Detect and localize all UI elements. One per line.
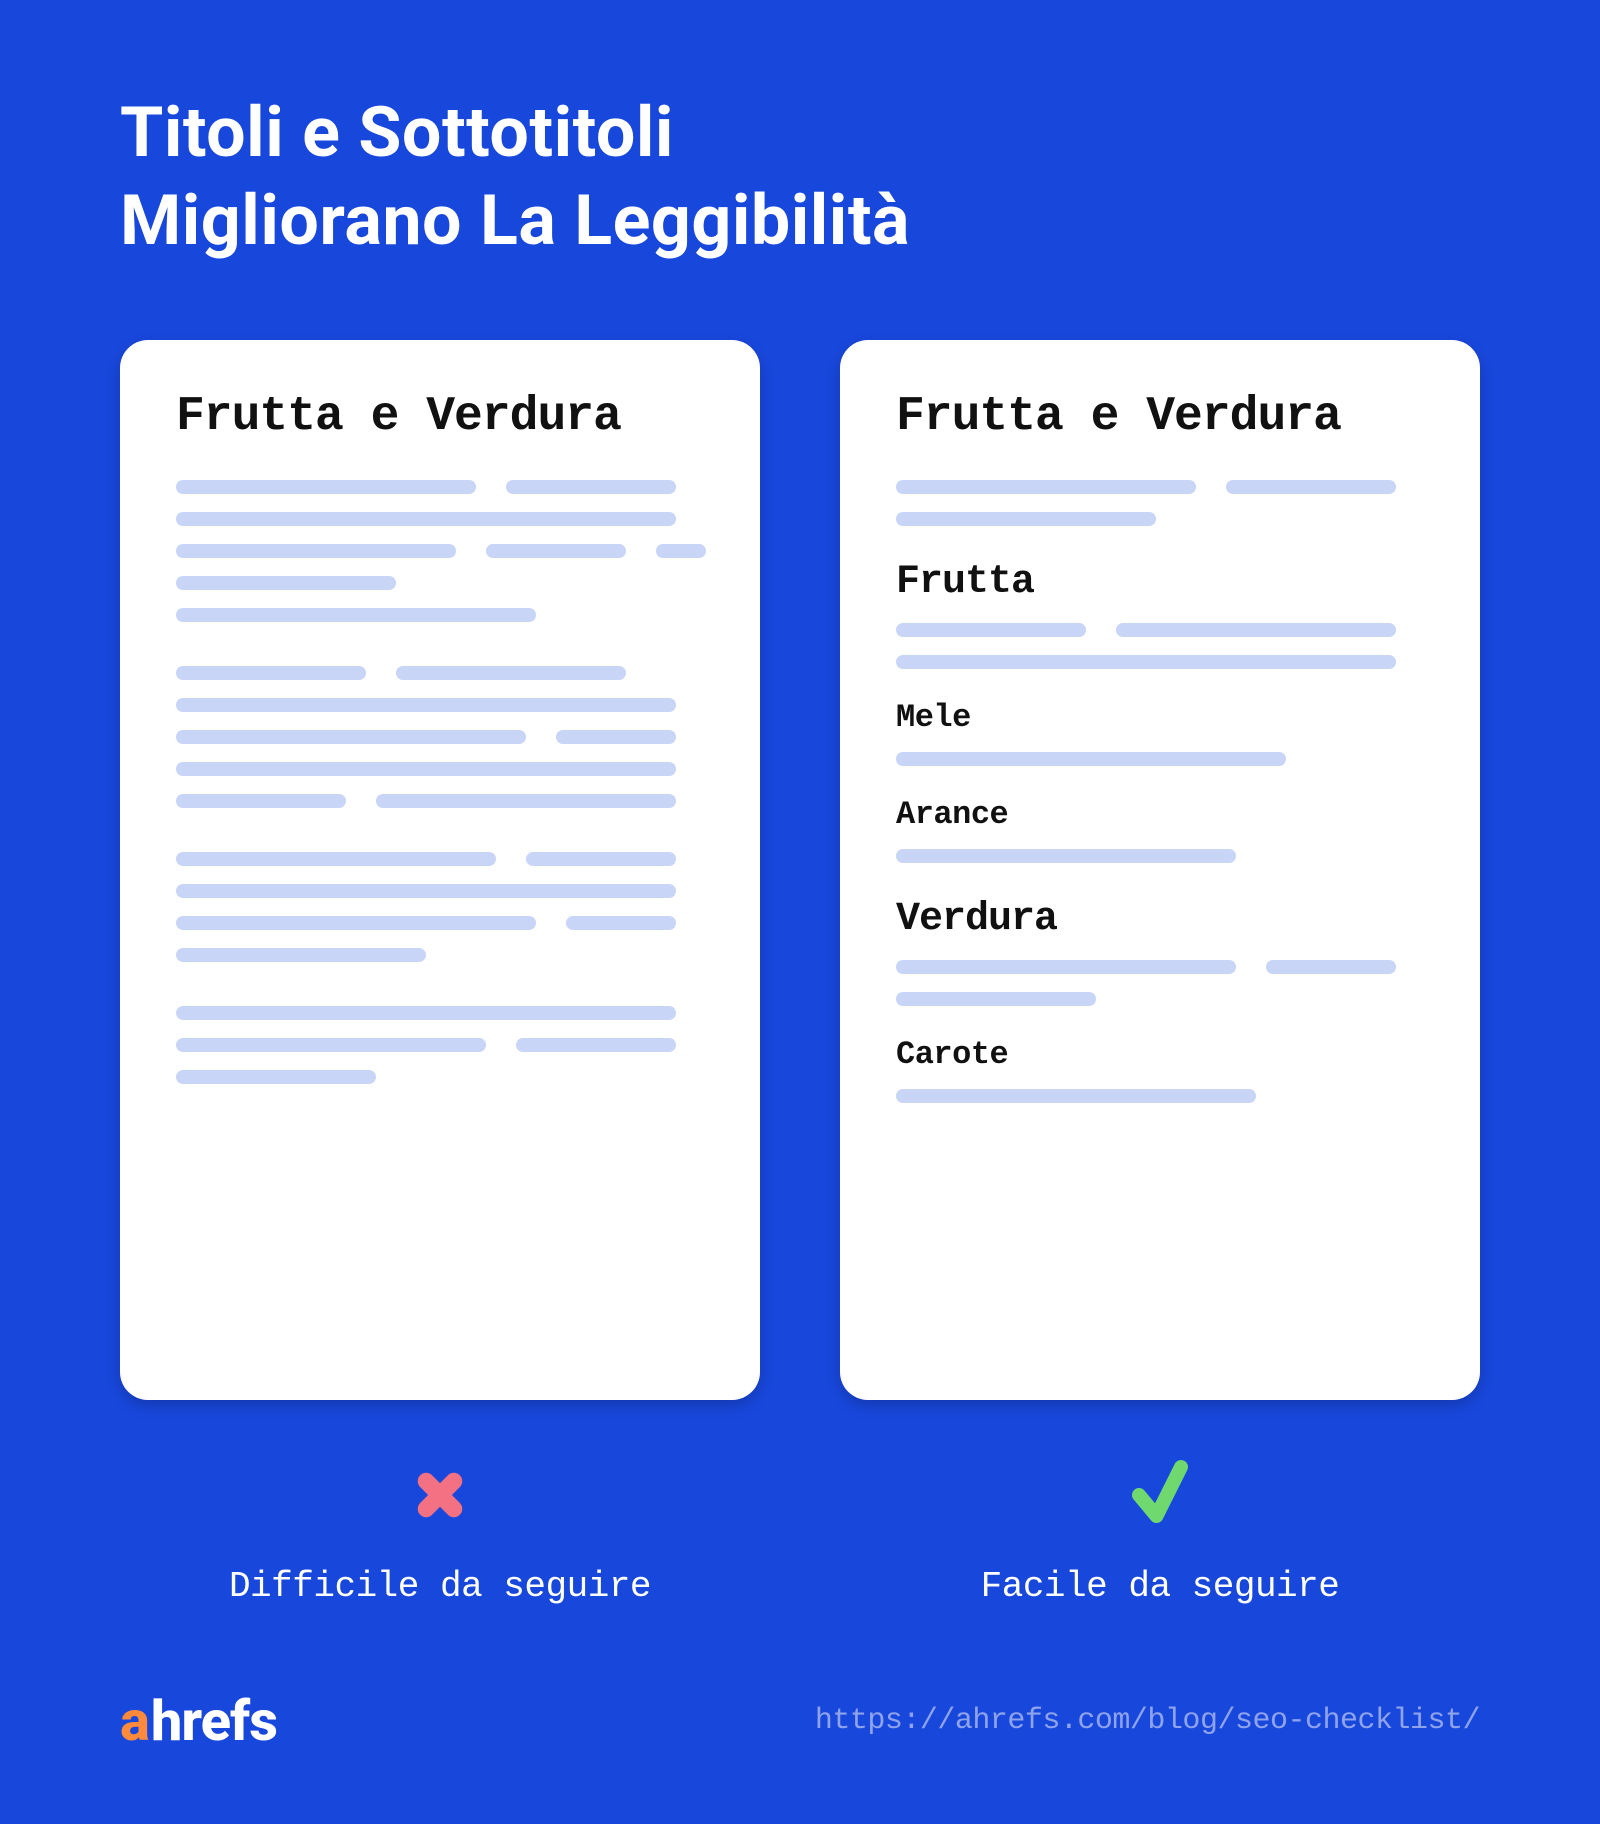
placeholder-paragraph — [896, 480, 1424, 526]
caption-right-text: Facile da seguire — [981, 1566, 1340, 1607]
caption-right: Facile da seguire — [840, 1450, 1480, 1607]
card-hard-to-follow: Frutta e Verdura — [120, 340, 760, 1400]
caption-left-text: Difficile da seguire — [229, 1566, 651, 1607]
card-right-heading: Frutta e Verdura — [896, 390, 1424, 444]
footer-url: https://ahrefs.com/blog/seo-checklist/ — [815, 1704, 1480, 1738]
placeholder-paragraph — [176, 480, 704, 622]
subheading-verdura: Verdura — [896, 897, 1424, 942]
card-easy-to-follow: Frutta e Verdura Frutta Mele Arance Verd… — [840, 340, 1480, 1400]
placeholder-paragraph — [176, 666, 704, 808]
page-title: Titoli e Sottotitoli Migliorano La Leggi… — [120, 90, 910, 265]
subheading-carote: Carote — [896, 1036, 1424, 1073]
subheading-mele: Mele — [896, 699, 1424, 736]
subheading-frutta: Frutta — [896, 560, 1424, 605]
placeholder-paragraph — [896, 623, 1424, 669]
logo-letter-a: a — [120, 1688, 149, 1754]
footer: ahrefs https://ahrefs.com/blog/seo-check… — [120, 1688, 1480, 1754]
placeholder-paragraph — [896, 752, 1424, 766]
title-line-1: Titoli e Sottotitoli — [120, 90, 910, 178]
placeholder-paragraph — [896, 960, 1424, 1006]
title-line-2: Migliorano La Leggibilità — [120, 178, 910, 266]
ahrefs-logo: ahrefs — [120, 1688, 277, 1754]
comparison-cards: Frutta e Verdura Frutta — [120, 340, 1480, 1400]
placeholder-paragraph — [176, 1006, 704, 1084]
logo-rest: hrefs — [151, 1688, 277, 1754]
card-left-heading: Frutta e Verdura — [176, 390, 704, 444]
subheading-arance: Arance — [896, 796, 1424, 833]
cross-icon — [405, 1450, 475, 1540]
placeholder-paragraph — [896, 1089, 1424, 1103]
captions-row: Difficile da seguire Facile da seguire — [120, 1450, 1480, 1607]
placeholder-paragraph — [896, 849, 1424, 863]
check-icon — [1125, 1450, 1195, 1540]
placeholder-paragraph — [176, 852, 704, 962]
caption-left: Difficile da seguire — [120, 1450, 760, 1607]
